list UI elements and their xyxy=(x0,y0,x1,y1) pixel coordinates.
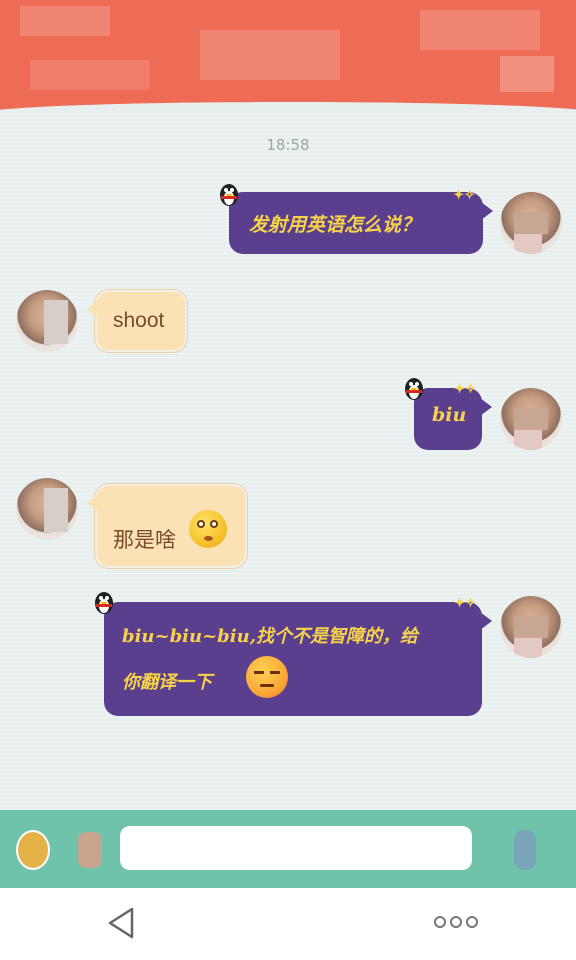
blurred-block xyxy=(200,30,340,80)
penguin-icon xyxy=(220,184,238,206)
message-text: biu~biu~biu,找个不是智障的，给 xyxy=(122,626,418,647)
sparkle-icon: ✦✧ xyxy=(454,596,476,611)
penguin-icon xyxy=(405,378,423,400)
sparkle-icon: ✦✧ xyxy=(454,382,476,397)
blurred-block xyxy=(500,56,554,92)
message-text: 你翻译一下 xyxy=(122,672,212,693)
chat-area[interactable]: 18:58 ✦✧ 发射用英语怎么说？ shoot ✦✧ biu 那是啥 ✦✧ b… xyxy=(0,112,576,810)
self-avatar[interactable] xyxy=(500,388,562,450)
message-text: 那是啥 xyxy=(113,529,176,552)
self-avatar[interactable] xyxy=(500,596,562,658)
message-bubble[interactable]: ✦✧ biu xyxy=(405,378,492,450)
penguin-icon xyxy=(95,592,113,614)
blurred-block xyxy=(20,6,110,36)
back-triangle-icon[interactable] xyxy=(104,906,138,940)
message-text: shoot xyxy=(113,309,165,332)
voice-icon[interactable] xyxy=(16,830,50,870)
blurred-block xyxy=(30,60,150,90)
blurred-block xyxy=(420,10,540,50)
plus-icon[interactable] xyxy=(514,830,536,870)
message-bubble[interactable]: ✦✧ 发射用英语怎么说？ xyxy=(220,184,493,254)
emoji-toggle-icon[interactable] xyxy=(78,832,102,868)
input-bar xyxy=(0,810,576,888)
message-text: 发射用英语怎么说？ xyxy=(249,214,421,236)
message-input[interactable] xyxy=(120,826,472,870)
self-avatar[interactable] xyxy=(500,192,562,254)
contact-avatar[interactable] xyxy=(16,290,78,352)
sparkle-icon: ✦✧ xyxy=(453,188,475,203)
chat-header xyxy=(0,0,576,118)
message-bubble[interactable]: 那是啥 xyxy=(87,484,247,568)
unamused-face-icon xyxy=(246,656,288,698)
system-navbar xyxy=(0,888,576,960)
more-dots-icon[interactable] xyxy=(434,916,478,930)
contact-avatar[interactable] xyxy=(16,478,78,540)
surprised-face-icon xyxy=(189,510,227,548)
message-bubble[interactable]: ✦✧ biu~biu~biu,找个不是智障的，给 你翻译一下 xyxy=(95,592,492,716)
message-timestamp: 18:58 xyxy=(266,136,310,154)
message-bubble[interactable]: shoot xyxy=(87,290,187,352)
message-text: biu xyxy=(432,404,467,426)
